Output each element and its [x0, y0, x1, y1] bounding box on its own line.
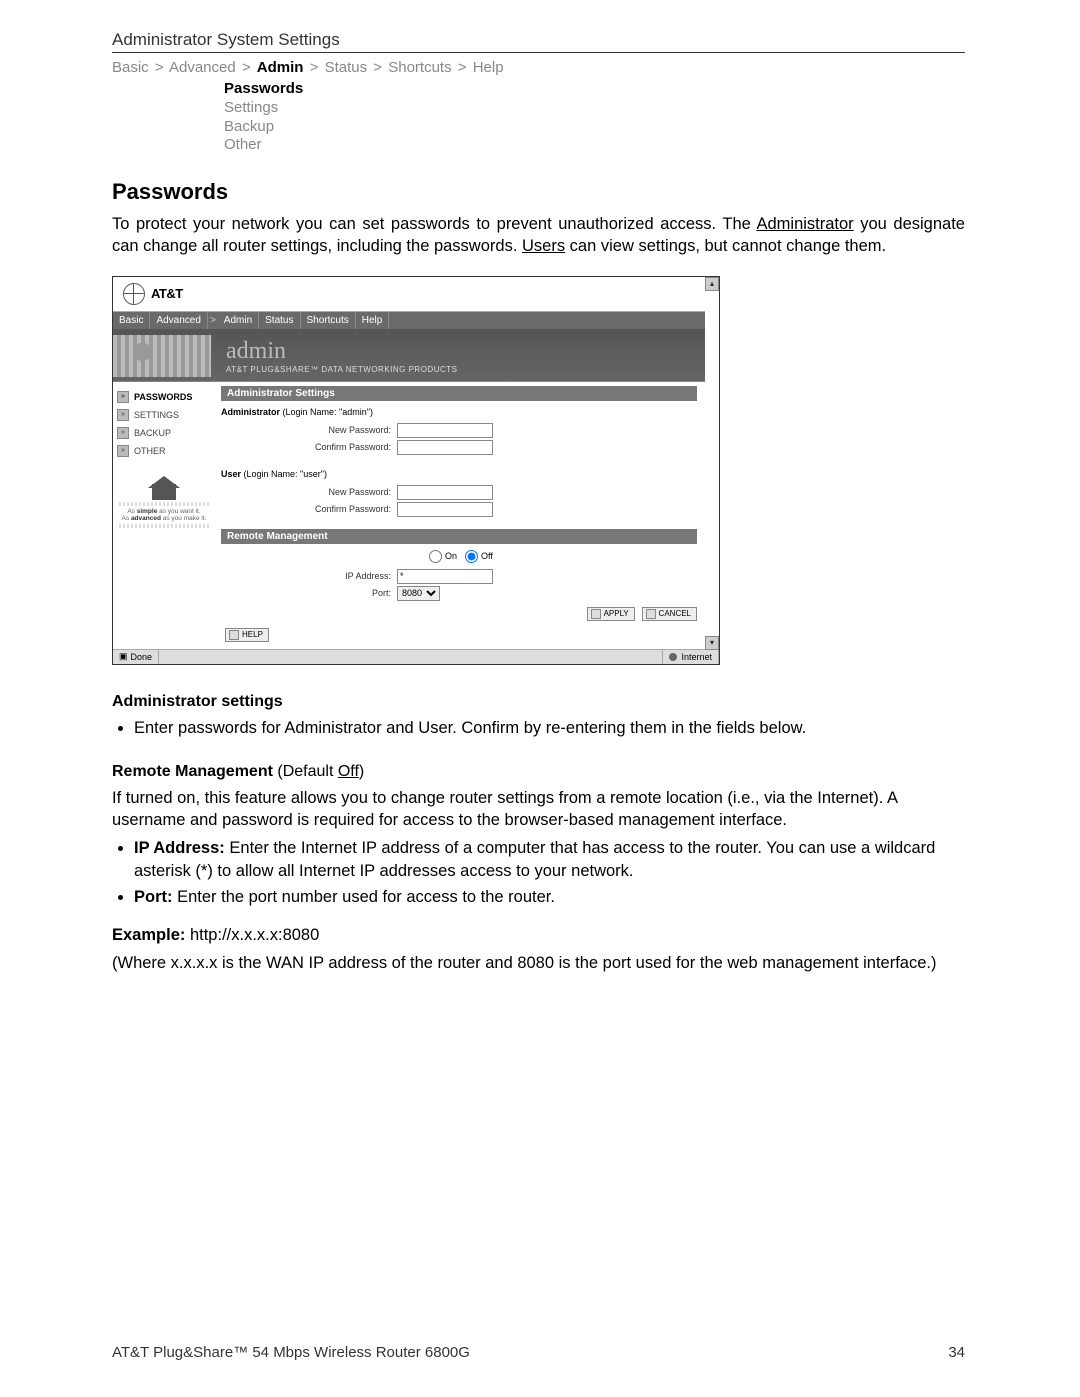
page-title: Passwords — [112, 179, 965, 205]
hero-image — [113, 335, 212, 377]
user-new-password-input[interactable] — [397, 485, 493, 500]
admin-new-password-input[interactable] — [397, 423, 493, 438]
chevron-icon: » — [117, 427, 129, 439]
chevron-icon: » — [117, 409, 129, 421]
crumb-status[interactable]: Status — [325, 59, 368, 76]
r-crumb-basic[interactable]: Basic — [113, 312, 150, 329]
r-crumb-shortcuts[interactable]: Shortcuts — [301, 312, 356, 329]
admin-settings-bar: Administrator Settings — [221, 386, 697, 401]
breadcrumb: Basic > Advanced > Admin > Status > Shor… — [112, 59, 965, 76]
sidebar-item-other[interactable]: » OTHER — [113, 442, 215, 460]
subnav-other[interactable]: Other — [224, 136, 965, 155]
sidebar-item-passwords[interactable]: » PASSWORDS — [113, 388, 215, 406]
crumb-admin[interactable]: Admin — [257, 59, 304, 76]
admin-new-password-label: New Password: — [221, 425, 397, 435]
admin-settings-bullet: Enter passwords for Administrator and Us… — [134, 717, 965, 739]
remote-port-bullet: Port: Enter the port number used for acc… — [134, 886, 965, 908]
crumb-basic[interactable]: Basic — [112, 59, 149, 76]
router-sidebar: » PASSWORDS » SETTINGS » BACKUP » — [113, 382, 215, 649]
remote-on-radio[interactable] — [429, 550, 442, 563]
document-icon: ▣ — [119, 651, 128, 662]
status-bar: ▣ Done Internet — [113, 649, 719, 664]
admin-confirm-password-label: Confirm Password: — [221, 442, 397, 452]
crumb-advanced[interactable]: Advanced — [169, 59, 236, 76]
r-crumb-help[interactable]: Help — [356, 312, 390, 329]
chevron-icon: » — [117, 445, 129, 457]
user-confirm-password-input[interactable] — [397, 502, 493, 517]
subnav-settings[interactable]: Settings — [224, 99, 965, 118]
user-login-text: User (Login Name: "user") — [221, 469, 697, 479]
router-screenshot: ▴ ▾ AT&T Basic Advanced > Admin Status S… — [112, 276, 720, 665]
subnav-passwords[interactable]: Passwords — [224, 80, 965, 99]
remote-management-bar: Remote Management — [221, 529, 697, 544]
chevron-icon: » — [117, 391, 129, 403]
ip-address-label: IP Address: — [221, 571, 397, 581]
footer-page: 34 — [948, 1344, 965, 1361]
status-done: ▣ Done — [113, 650, 159, 664]
sidebar-item-backup[interactable]: » BACKUP — [113, 424, 215, 442]
promo-block: As simple as you want it. As advanced as… — [113, 476, 215, 528]
remote-where: (Where x.x.x.x is the WAN IP address of … — [112, 952, 965, 974]
remote-management-heading: Remote Management (Default Off) — [112, 763, 965, 781]
r-crumb-advanced[interactable]: Advanced — [150, 312, 207, 329]
house-icon — [148, 476, 180, 500]
port-select[interactable]: 8080 — [397, 586, 440, 601]
scroll-down-icon[interactable]: ▾ — [705, 636, 719, 650]
r-crumb-admin[interactable]: Admin — [218, 312, 259, 329]
footer-product: AT&T Plug&Share™ 54 Mbps Wireless Router… — [112, 1344, 470, 1361]
remote-toggle: On Off — [221, 550, 697, 563]
globe-icon — [123, 283, 145, 305]
crumb-shortcuts[interactable]: Shortcuts — [388, 59, 451, 76]
remote-example: Example: http://x.x.x.x:8080 — [112, 924, 965, 946]
admin-login-text: Administrator (Login Name: "admin") — [221, 407, 697, 417]
remote-off-radio[interactable] — [465, 550, 478, 563]
hero-subtitle: AT&T PLUG&SHARE™ DATA NETWORKING PRODUCT… — [212, 365, 458, 374]
ip-address-input[interactable] — [397, 569, 493, 584]
remote-desc: If turned on, this feature allows you to… — [112, 787, 965, 832]
brand-label: AT&T — [151, 286, 183, 301]
crumb-help[interactable]: Help — [473, 59, 504, 76]
hero-title: admin — [212, 338, 458, 365]
status-internet: Internet — [663, 650, 719, 664]
cancel-button[interactable]: CANCEL — [642, 607, 697, 621]
user-new-password-label: New Password: — [221, 487, 397, 497]
admin-confirm-password-input[interactable] — [397, 440, 493, 455]
user-confirm-password-label: Confirm Password: — [221, 504, 397, 514]
system-title: Administrator System Settings — [112, 30, 965, 53]
remote-ip-bullet: IP Address: Enter the Internet IP addres… — [134, 837, 965, 882]
scroll-up-icon[interactable]: ▴ — [705, 277, 719, 291]
sidebar-item-settings[interactable]: » SETTINGS — [113, 406, 215, 424]
subnav: Passwords Settings Backup Other — [224, 80, 965, 155]
router-breadcrumb: Basic Advanced > Admin Status Shortcuts … — [113, 312, 705, 329]
subnav-backup[interactable]: Backup — [224, 118, 965, 137]
r-crumb-status[interactable]: Status — [259, 312, 300, 329]
admin-settings-heading: Administrator settings — [112, 693, 965, 711]
intro-paragraph: To protect your network you can set pass… — [112, 213, 965, 258]
apply-button[interactable]: APPLY — [587, 607, 635, 621]
port-label: Port: — [221, 588, 397, 598]
help-button[interactable]: HELP — [225, 628, 269, 642]
